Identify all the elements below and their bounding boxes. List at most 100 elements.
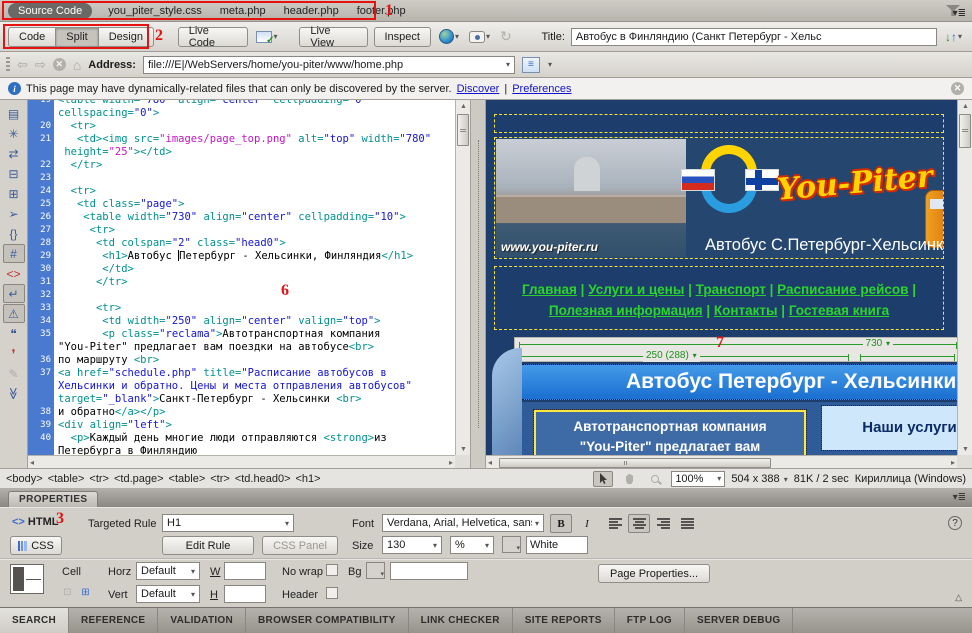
hand-tool-icon[interactable]	[619, 471, 639, 487]
remove-comment-icon[interactable]: ❜	[3, 344, 25, 363]
tag-selector-item[interactable]: <table>	[48, 473, 85, 485]
size-unit-select[interactable]: %▾	[450, 536, 494, 554]
back-icon[interactable]: ⇦	[17, 58, 28, 71]
code-line[interactable]: 19<table width="780" align="center" cell…	[28, 100, 455, 107]
word-wrap-icon[interactable]: ↵	[3, 284, 25, 303]
related-file-tab[interactable]: you_piter_style.css	[108, 5, 202, 17]
live-view-options-dropdown[interactable]: ▾	[548, 60, 552, 69]
page-content-row[interactable]: Автотранспортная компания "You-Piter" пр…	[522, 402, 957, 455]
css-mode-button[interactable]: CSS	[10, 536, 62, 555]
design-view-pane[interactable]: www.you-piter.ru You-Piter Автобус С.Пет…	[486, 100, 972, 468]
results-tab-site-reports[interactable]: SITE REPORTS	[513, 608, 615, 633]
line-numbers-icon[interactable]: #	[3, 244, 25, 263]
page-h1-banner[interactable]: Автобус Петербург - Хельсинки	[522, 364, 957, 400]
site-menu-link[interactable]: Расписание рейсов	[777, 282, 908, 297]
results-tab-validation[interactable]: VALIDATION	[158, 608, 246, 633]
balance-braces-icon[interactable]: {}	[3, 224, 25, 243]
properties-tab[interactable]: PROPERTIES	[8, 491, 98, 507]
table-width-bar[interactable]: 730 ▾ 250 (288) ▾	[514, 337, 957, 362]
code-line[interactable]: 36по маршруту <br>	[28, 354, 455, 367]
code-line[interactable]: 23	[28, 172, 455, 185]
split-view-button[interactable]: Split	[55, 27, 98, 47]
code-horizontal-scrollbar[interactable]: ◂▸	[28, 455, 455, 468]
site-header-block[interactable]: www.you-piter.ru You-Piter Автобус С.Пет…	[494, 137, 944, 259]
services-box[interactable]: Наши услуги	[822, 406, 957, 450]
results-tab-browser-compatibility[interactable]: BROWSER COMPATIBILITY	[246, 608, 409, 633]
code-line[interactable]: 29 <h1>Автобус Петербург - Хельсинки, Фи…	[28, 250, 455, 263]
show-nav-icon[interactable]: ✳	[3, 124, 25, 143]
code-line[interactable]: 20 <tr>	[28, 120, 455, 133]
code-vertical-scrollbar[interactable]: ▲ ▼	[455, 100, 470, 455]
expand-all-icon[interactable]: ⊞	[3, 184, 25, 203]
address-dropdown-icon[interactable]: ▾	[506, 60, 510, 69]
tag-selector-item[interactable]: <tr>	[89, 473, 109, 485]
vert-select[interactable]: Default▾	[136, 585, 200, 603]
select-parent-tag-icon[interactable]: ➢	[3, 204, 25, 223]
split-cell-icon[interactable]: ⊞	[78, 586, 93, 599]
align-center-icon[interactable]	[628, 514, 650, 533]
code-line[interactable]: 35 <p class="reclama">Автотранспортная к…	[28, 328, 455, 341]
visual-aids-icon[interactable]: ▾	[467, 27, 492, 47]
title-input[interactable]: Автобус в Финляндию (Санкт Петербург - Х…	[571, 28, 937, 46]
code-line[interactable]: 26 <table width="730" align="center" cel…	[28, 211, 455, 224]
stop-icon[interactable]: ✕	[53, 58, 66, 71]
code-line[interactable]: 28 <td colspan="2" class="head0">	[28, 237, 455, 250]
home-icon[interactable]: ⌂	[73, 58, 81, 72]
code-line[interactable]: "You-Piter" предлагает вам поездки на ав…	[28, 341, 455, 354]
code-line[interactable]: 33 <tr>	[28, 302, 455, 315]
code-view-pane[interactable]: 19<table width="780" align="center" cell…	[28, 100, 470, 468]
page-top-row[interactable]	[494, 114, 944, 133]
code-view-button[interactable]: Code	[8, 27, 56, 47]
code-line[interactable]: Хельсинки и обратно. Цены и места отправ…	[28, 380, 455, 393]
design-canvas[interactable]: www.you-piter.ru You-Piter Автобус С.Пет…	[486, 100, 957, 455]
source-code-tab[interactable]: Source Code	[8, 3, 92, 19]
preview-in-browser-icon[interactable]: ▾	[437, 27, 461, 47]
cell-height-input[interactable]	[224, 585, 266, 603]
results-tab-ftp-log[interactable]: FTP LOG	[615, 608, 685, 633]
code-line[interactable]: target="_blank">Санкт-Петербург - Хельси…	[28, 393, 455, 406]
page-properties-button[interactable]: Page Properties...	[598, 564, 710, 583]
code-line[interactable]: 31 </tr>	[28, 276, 455, 289]
size-select[interactable]: 130▾	[382, 536, 442, 554]
no-wrap-checkbox[interactable]	[326, 564, 338, 576]
code-line[interactable]: 38и обратно</a></p>	[28, 406, 455, 419]
merge-cells-icon[interactable]: ⊡	[60, 586, 75, 599]
preferences-link[interactable]: Preferences	[512, 83, 571, 95]
bg-color-swatch[interactable]: ▾	[366, 562, 385, 579]
tag-selector-item[interactable]: <td.head0>	[235, 473, 291, 485]
related-file-tab[interactable]: footer.php	[357, 5, 406, 17]
collapse-selection-icon[interactable]: ⊟	[3, 164, 25, 183]
related-file-tab[interactable]: header.php	[284, 5, 339, 17]
align-justify-icon[interactable]	[676, 514, 698, 533]
discover-link[interactable]: Discover	[457, 83, 500, 95]
inspect-button[interactable]: Inspect	[374, 27, 431, 47]
site-menu-link[interactable]: Полезная информация	[549, 303, 703, 318]
site-menu-link[interactable]: Транспорт	[696, 282, 766, 297]
tag-selector-item[interactable]: <table>	[169, 473, 206, 485]
code-line[interactable]: 40 <p>Каждый день многие люди отправляют…	[28, 432, 455, 445]
bold-button[interactable]: B	[550, 514, 572, 533]
code-scrollbar-thumb[interactable]	[457, 114, 469, 146]
text-color-input[interactable]: White	[526, 536, 588, 554]
code-editor[interactable]: 19<table width="780" align="center" cell…	[28, 100, 455, 455]
code-line[interactable]: 34 <td width="250" align="center" valign…	[28, 315, 455, 328]
magnification-select[interactable]: 100%▾	[671, 471, 725, 487]
tag-selector-item[interactable]: <tr>	[210, 473, 230, 485]
syntax-error-alerts-icon[interactable]: ⚠	[3, 304, 25, 323]
font-select[interactable]: Verdana, Arial, Helvetica, sans-serif▾	[382, 514, 544, 532]
reclama-box[interactable]: Автотранспортная компания "You-Piter" пр…	[534, 410, 806, 455]
code-line[interactable]: cellspacing="0">	[28, 107, 455, 120]
align-right-icon[interactable]	[652, 514, 674, 533]
window-size-indicator[interactable]: 504 x 388 ▾	[731, 473, 787, 485]
bg-color-input[interactable]	[390, 562, 468, 580]
code-line[interactable]: 39<div align="left">	[28, 419, 455, 432]
tag-selector-item[interactable]: <td.page>	[114, 473, 164, 485]
site-menu-link[interactable]: Главная	[522, 282, 577, 297]
targeted-rule-select[interactable]: H1▾	[162, 514, 294, 532]
tag-selector-item[interactable]: <body>	[6, 473, 43, 485]
toolbar-grip[interactable]	[6, 57, 10, 73]
cell-width-input[interactable]	[224, 562, 266, 580]
live-code-button[interactable]: Live Code	[178, 27, 249, 47]
code-line[interactable]: 30 </td>	[28, 263, 455, 276]
code-line[interactable]: 27 <tr>	[28, 224, 455, 237]
